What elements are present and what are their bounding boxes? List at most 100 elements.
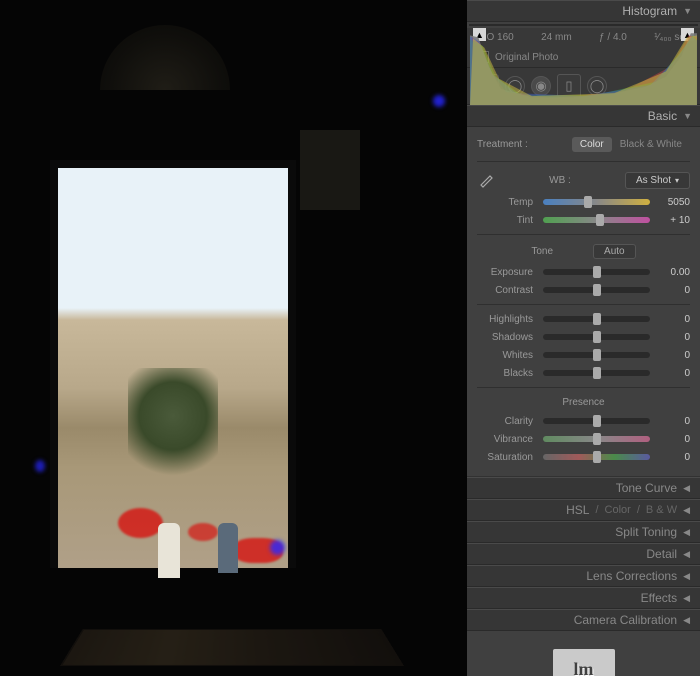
histogram-title: Histogram bbox=[622, 4, 677, 18]
highlight-clip-overlay bbox=[118, 508, 163, 538]
effects-panel-header[interactable]: Effects ◀ bbox=[467, 587, 700, 609]
tone-subhead: Tone Auto bbox=[477, 240, 690, 263]
photo-canvas bbox=[0, 0, 467, 676]
expand-icon: ◀ bbox=[683, 483, 690, 494]
blacks-label: Blacks bbox=[477, 368, 539, 379]
hsl-bw: B & W bbox=[646, 504, 677, 516]
clarity-label: Clarity bbox=[477, 416, 539, 427]
tint-row: Tint + 10 bbox=[477, 211, 690, 229]
vibrance-label: Vibrance bbox=[477, 434, 539, 445]
contrast-label: Contrast bbox=[477, 285, 539, 296]
tonecurve-panel-header[interactable]: Tone Curve ◀ bbox=[467, 477, 700, 499]
camera-cal-panel-header[interactable]: Camera Calibration ◀ bbox=[467, 609, 700, 631]
contrast-slider[interactable] bbox=[543, 287, 650, 293]
highlights-slider[interactable] bbox=[543, 316, 650, 322]
panel-footer: lm bbox=[467, 631, 700, 676]
saturation-label: Saturation bbox=[477, 452, 539, 463]
camcal-title: Camera Calibration bbox=[574, 613, 677, 627]
app-root: Histogram ▼ ▲ ▲ ISO 160 24 mm ƒ / 4.0 ¹⁄… bbox=[0, 0, 700, 676]
shadows-value[interactable]: 0 bbox=[654, 332, 690, 343]
expand-icon: ◀ bbox=[683, 615, 690, 626]
photo-detail-person bbox=[158, 523, 180, 578]
temp-label: Temp bbox=[477, 197, 539, 208]
whites-value[interactable]: 0 bbox=[654, 350, 690, 361]
lens-title: Lens Corrections bbox=[586, 569, 677, 583]
exposure-label: Exposure bbox=[477, 267, 539, 278]
tint-slider[interactable] bbox=[543, 217, 650, 223]
split-title: Split Toning bbox=[615, 525, 677, 539]
clarity-value[interactable]: 0 bbox=[654, 416, 690, 427]
shadows-label: Shadows bbox=[477, 332, 539, 343]
hsl-color: Color bbox=[605, 504, 631, 516]
treatment-bw[interactable]: Black & White bbox=[612, 137, 690, 152]
wb-preset-value: As Shot bbox=[636, 175, 671, 186]
presence-label: Presence bbox=[562, 397, 604, 408]
contrast-value[interactable]: 0 bbox=[654, 285, 690, 296]
expand-icon: ◀ bbox=[683, 527, 690, 538]
shadow-clip-overlay bbox=[270, 540, 285, 555]
histogram-panel-header[interactable]: Histogram ▼ bbox=[467, 0, 700, 22]
highlights-value[interactable]: 0 bbox=[654, 314, 690, 325]
treatment-row: Treatment : Color Black & White bbox=[477, 133, 690, 156]
vibrance-slider[interactable] bbox=[543, 436, 650, 442]
detail-title: Detail bbox=[646, 547, 677, 561]
expand-icon: ◀ bbox=[683, 505, 690, 516]
wb-preset-dropdown[interactable]: As Shot ▾ bbox=[625, 172, 690, 189]
tonecurve-title: Tone Curve bbox=[616, 481, 677, 495]
hsl-panel-header[interactable]: HSL /Color /B & W ◀ bbox=[467, 499, 700, 521]
photo-detail-plaque bbox=[300, 130, 360, 210]
detail-panel-header[interactable]: Detail ◀ bbox=[467, 543, 700, 565]
auto-tone-button[interactable]: Auto bbox=[593, 244, 636, 259]
photo-detail-arch bbox=[100, 25, 230, 90]
temp-row: Temp 5050 bbox=[477, 193, 690, 211]
basic-panel-header[interactable]: Basic ▼ bbox=[467, 105, 700, 127]
highlights-label: Highlights bbox=[477, 314, 539, 325]
collapse-icon: ▼ bbox=[683, 6, 692, 16]
whites-label: Whites bbox=[477, 350, 539, 361]
shadow-clip-overlay bbox=[433, 95, 445, 107]
temp-value[interactable]: 5050 bbox=[654, 197, 690, 208]
photo-detail-person bbox=[218, 523, 238, 573]
shadows-slider[interactable] bbox=[543, 334, 650, 340]
blacks-value[interactable]: 0 bbox=[654, 368, 690, 379]
presence-subhead: Presence bbox=[477, 393, 690, 412]
lens-panel-header[interactable]: Lens Corrections ◀ bbox=[467, 565, 700, 587]
clarity-slider[interactable] bbox=[543, 418, 650, 424]
shadow-clip-overlay bbox=[35, 460, 45, 472]
histogram-display[interactable]: ▲ ▲ bbox=[469, 24, 698, 26]
saturation-value[interactable]: 0 bbox=[654, 452, 690, 463]
basic-title: Basic bbox=[648, 109, 677, 123]
photo-detail-doorway bbox=[50, 160, 296, 568]
split-toning-panel-header[interactable]: Split Toning ◀ bbox=[467, 521, 700, 543]
wb-row: WB : As Shot ▾ bbox=[477, 167, 690, 193]
blacks-slider[interactable] bbox=[543, 370, 650, 376]
hsl-title: HSL bbox=[566, 503, 589, 517]
vibrance-value[interactable]: 0 bbox=[654, 434, 690, 445]
effects-title: Effects bbox=[641, 591, 677, 605]
treatment-label: Treatment : bbox=[477, 139, 572, 150]
treatment-color[interactable]: Color bbox=[572, 137, 612, 152]
wb-label: WB : bbox=[503, 175, 617, 186]
histogram-svg bbox=[470, 25, 697, 105]
develop-right-panel: Histogram ▼ ▲ ▲ ISO 160 24 mm ƒ / 4.0 ¹⁄… bbox=[467, 0, 700, 676]
brand-logo: lm bbox=[553, 649, 615, 676]
highlight-clip-overlay bbox=[188, 523, 218, 541]
exposure-slider[interactable] bbox=[543, 269, 650, 275]
expand-icon: ◀ bbox=[683, 549, 690, 560]
tint-value[interactable]: + 10 bbox=[654, 215, 690, 226]
collapse-icon: ▼ bbox=[683, 111, 692, 121]
dropdown-icon: ▾ bbox=[675, 176, 679, 185]
tone-label: Tone bbox=[531, 246, 553, 257]
tint-label: Tint bbox=[477, 215, 539, 226]
basic-panel-body: Treatment : Color Black & White WB : As … bbox=[467, 127, 700, 477]
expand-icon: ◀ bbox=[683, 571, 690, 582]
photo-detail-rug bbox=[60, 629, 404, 666]
photo-detail-tree bbox=[128, 368, 218, 488]
expand-icon: ◀ bbox=[683, 593, 690, 604]
temp-slider[interactable] bbox=[543, 199, 650, 205]
whites-slider[interactable] bbox=[543, 352, 650, 358]
exposure-value[interactable]: 0.00 bbox=[654, 267, 690, 278]
saturation-slider[interactable] bbox=[543, 454, 650, 460]
image-preview-pane[interactable] bbox=[0, 0, 467, 676]
wb-eyedropper-icon[interactable] bbox=[477, 171, 495, 189]
